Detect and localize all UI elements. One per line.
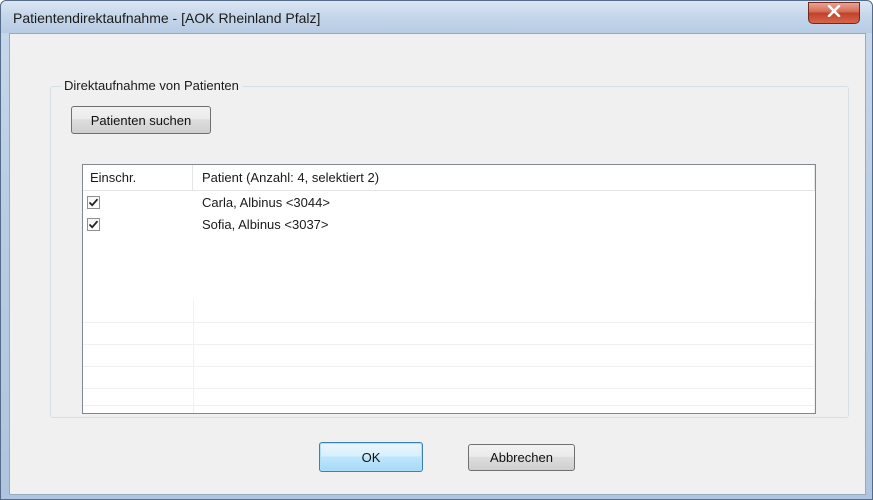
patient-name: Sofia, Albinus <3037>: [202, 217, 329, 232]
grid-line: [83, 405, 815, 406]
list-item[interactable]: Sofia, Albinus <3037>: [83, 214, 815, 236]
grid-line: [83, 366, 815, 367]
title-bar[interactable]: Patientendirektaufnahme - [AOK Rheinland…: [1, 1, 872, 33]
column-header-einschr[interactable]: Einschr.: [83, 165, 193, 190]
column-header-patient[interactable]: Patient (Anzahl: 4, selektiert 2): [193, 165, 815, 190]
grid-line: [83, 388, 815, 389]
checkmark-icon: [88, 220, 99, 229]
ok-button[interactable]: OK: [319, 442, 423, 472]
patient-list[interactable]: Einschr. Patient (Anzahl: 4, selektiert …: [82, 164, 816, 414]
grid-divider: [814, 300, 815, 413]
list-header: Einschr. Patient (Anzahl: 4, selektiert …: [83, 165, 815, 191]
list-item[interactable]: Carla, Albinus <3044>: [83, 192, 815, 214]
checkmark-icon: [88, 198, 99, 207]
window-title: Patientendirektaufnahme - [AOK Rheinland…: [13, 10, 321, 26]
patient-name: Carla, Albinus <3044>: [202, 195, 330, 210]
grid-line: [83, 344, 815, 345]
cancel-button[interactable]: Abbrechen: [468, 444, 575, 471]
row-checkbox[interactable]: [87, 218, 100, 231]
dialog-client-area: Direktaufnahme von Patienten Patienten s…: [9, 33, 866, 495]
patient-groupbox: Direktaufnahme von Patienten Patienten s…: [50, 78, 849, 418]
close-button[interactable]: [808, 2, 860, 24]
row-checkbox[interactable]: [87, 196, 100, 209]
grid-line: [83, 322, 815, 323]
search-patients-button[interactable]: Patienten suchen: [71, 106, 211, 134]
dialog-window: Patientendirektaufnahme - [AOK Rheinland…: [0, 0, 873, 500]
grid-divider: [193, 300, 194, 413]
close-icon: [827, 4, 841, 22]
groupbox-label: Direktaufnahme von Patienten: [61, 78, 242, 93]
